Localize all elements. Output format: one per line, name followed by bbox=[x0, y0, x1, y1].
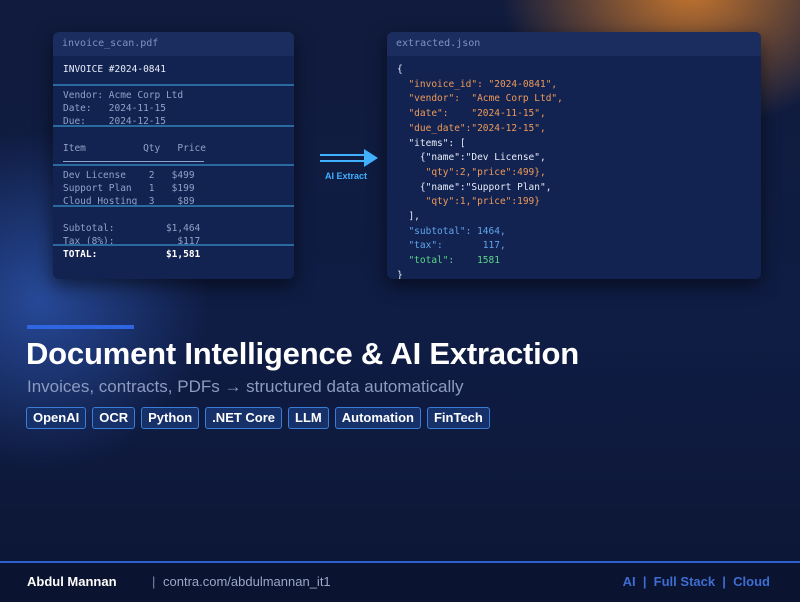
json-line: {"name":"Support Plan", bbox=[397, 181, 563, 196]
page-subtitle: Invoices, contracts, PDFs → structured d… bbox=[27, 377, 464, 396]
json-token: "items": [ bbox=[397, 137, 466, 149]
invoice-panel-filename: invoice_scan.pdf bbox=[53, 32, 294, 56]
invoice-table-header: Item Qty Price bbox=[63, 143, 206, 154]
json-token: ], bbox=[397, 211, 420, 223]
json-line: "invoice_id": "2024-0841", bbox=[397, 78, 563, 93]
invoice-date: Date: 2024-11-15 bbox=[63, 103, 166, 114]
json-token: "tax": 117, bbox=[397, 240, 506, 252]
json-token: "due_date":"2024-12-15", bbox=[397, 122, 546, 134]
tech-tag: Python bbox=[141, 407, 200, 429]
json-token: "total": bbox=[397, 255, 478, 267]
tech-tag: OpenAI bbox=[26, 407, 87, 429]
scan-line bbox=[53, 244, 294, 246]
scan-line bbox=[53, 205, 294, 207]
json-token: "invoice_id": "2024-0841", bbox=[397, 78, 558, 90]
tech-tag: .NET Core bbox=[205, 407, 283, 429]
scan-line bbox=[53, 84, 294, 86]
json-line: } bbox=[397, 269, 563, 279]
json-token: "subtotal": 1464, bbox=[397, 225, 506, 237]
json-line: "items": [ bbox=[397, 137, 563, 152]
json-line: ], bbox=[397, 210, 563, 225]
json-token: {"name":"Support Plan", bbox=[397, 181, 552, 193]
footer-keywords: AI | Full Stack | Cloud bbox=[622, 574, 770, 589]
json-token: "qty":2,"price":499}, bbox=[397, 166, 546, 178]
tech-tag: Automation bbox=[334, 407, 421, 429]
json-token: "qty":1,"price":199} bbox=[397, 196, 540, 208]
footer-bar: Abdul Mannan | contra.com/abdulmannan_it… bbox=[0, 561, 800, 602]
right-arrow-icon bbox=[320, 149, 378, 167]
json-token: "date": "2024-11-15", bbox=[397, 108, 546, 120]
json-line: "tax": 117, bbox=[397, 239, 563, 254]
invoice-item-row: Support Plan 1 $199 bbox=[63, 183, 195, 194]
invoice-scan-panel: invoice_scan.pdf INVOICE #2024-0841 Vend… bbox=[53, 32, 294, 279]
json-line: "date": "2024-11-15", bbox=[397, 107, 563, 122]
ai-extract-label: AI Extract bbox=[324, 171, 368, 181]
accent-bar bbox=[27, 325, 134, 329]
json-line: "qty":2,"price":499}, bbox=[397, 166, 563, 181]
json-token: } bbox=[397, 269, 403, 279]
invoice-title: INVOICE #2024-0841 bbox=[63, 64, 166, 75]
scan-line bbox=[53, 125, 294, 127]
invoice-vendor: Vendor: Acme Corp Ltd bbox=[63, 90, 184, 101]
json-token: {"name":"Dev License", bbox=[397, 152, 546, 164]
tech-tag: FinTech bbox=[426, 407, 490, 429]
author-name: Abdul Mannan bbox=[27, 574, 117, 589]
json-line: "total": 1581 bbox=[397, 254, 563, 269]
json-line: "vendor": "Acme Corp Ltd", bbox=[397, 92, 563, 107]
ai-extract-arrow: AI Extract bbox=[318, 148, 380, 188]
invoice-subtotal: Subtotal: $1,464 bbox=[63, 223, 201, 234]
json-token: "vendor": "Acme Corp Ltd", bbox=[397, 93, 563, 105]
tech-tags: OpenAI OCR Python .NET Core LLM Automation Fin… bbox=[26, 407, 490, 429]
tech-tag: OCR bbox=[92, 407, 136, 429]
json-line: "qty":1,"price":199} bbox=[397, 195, 563, 210]
profile-url: contra.com/abdulmannan_it1 bbox=[163, 574, 331, 589]
extracted-json-panel: extracted.json { "invoice_id": "2024-084… bbox=[387, 32, 761, 279]
page-title: Document Intelligence & AI Extraction bbox=[26, 336, 579, 371]
json-code-block: { "invoice_id": "2024-0841", "vendor": "… bbox=[397, 63, 563, 279]
invoice-item-row: Dev License 2 $499 bbox=[63, 170, 195, 181]
json-line: {"name":"Dev License", bbox=[397, 151, 563, 166]
json-panel-filename: extracted.json bbox=[387, 32, 761, 56]
json-line: "due_date":"2024-12-15", bbox=[397, 122, 563, 137]
footer-separator: | bbox=[152, 574, 156, 589]
json-line: { bbox=[397, 64, 403, 75]
json-token: 1581 bbox=[477, 255, 500, 267]
json-line: "subtotal": 1464, bbox=[397, 225, 563, 240]
invoice-total: TOTAL: $1,581 bbox=[63, 249, 201, 260]
tech-tag: LLM bbox=[288, 407, 329, 429]
scan-line bbox=[53, 164, 294, 166]
table-header-underline bbox=[63, 161, 204, 162]
